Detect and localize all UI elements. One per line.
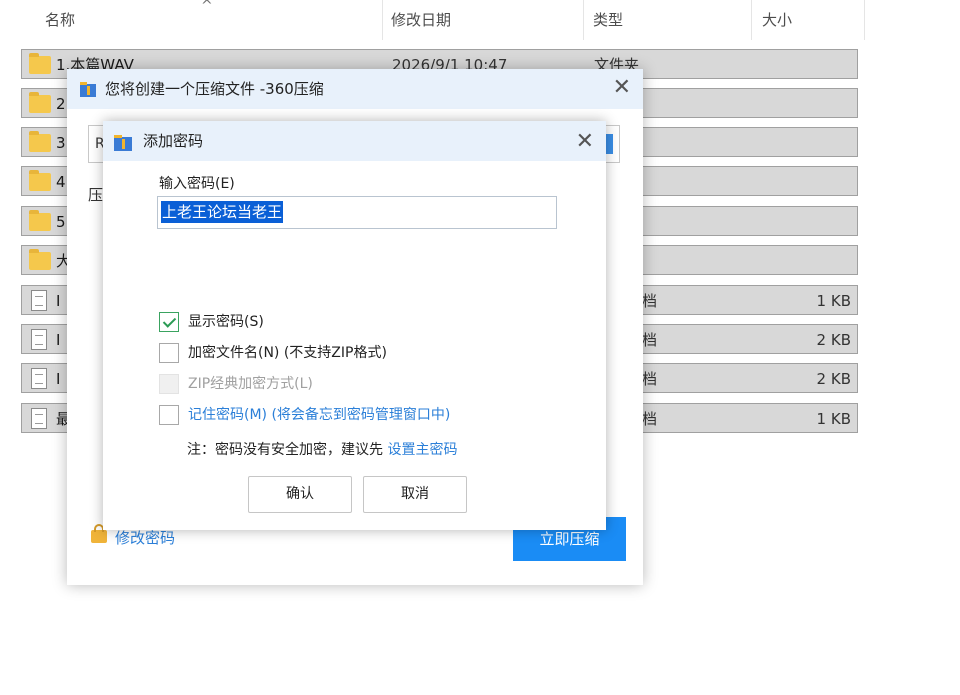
document-icon: [31, 329, 47, 350]
column-type[interactable]: 类型: [593, 0, 623, 40]
file-name: I: [56, 370, 61, 388]
modify-password-link[interactable]: 修改密码: [115, 527, 175, 548]
file-type: 档: [642, 370, 658, 388]
column-name[interactable]: 名称: [45, 0, 75, 40]
column-divider[interactable]: [583, 0, 584, 40]
file-type: 档: [642, 331, 658, 349]
compress-window-title: 您将创建一个压缩文件 -360压缩: [105, 80, 324, 98]
option-label: ZIP经典加密方式(L): [188, 376, 313, 392]
option-label: 显示密码(S): [188, 314, 264, 330]
file-name: 5: [56, 213, 66, 231]
add-password-titlebar[interactable]: 添加密码 ✕: [103, 121, 606, 161]
folder-icon: [29, 92, 51, 113]
browse-button[interactable]: [605, 134, 613, 154]
document-icon: [31, 408, 47, 429]
security-note: 注：密码没有安全加密，建议先 设置主密码: [187, 439, 457, 459]
sort-ascending-icon: ^: [201, 0, 213, 14]
close-icon[interactable]: ✕: [613, 75, 631, 101]
lock-icon: [91, 524, 107, 543]
folder-icon: [29, 170, 51, 191]
folder-icon: [29, 131, 51, 152]
file-name: I: [56, 292, 61, 310]
file-type: 档: [642, 292, 658, 310]
column-divider[interactable]: [751, 0, 752, 40]
show-password-checkbox[interactable]: [159, 312, 179, 332]
column-modified[interactable]: 修改日期: [391, 0, 451, 40]
folder-icon: [29, 249, 51, 270]
note-text: 注：密码没有安全加密，建议先: [187, 442, 383, 458]
password-label: 输入密码(E): [159, 176, 235, 192]
password-value: 上老王论坛当老王: [161, 201, 284, 223]
file-name: 4: [56, 173, 66, 191]
column-size[interactable]: 大小: [762, 0, 792, 40]
document-icon: [31, 290, 47, 311]
archive-app-icon: [114, 135, 132, 151]
option-label: 记住密码(M) (将会备忘到密码管理窗口中): [188, 407, 451, 423]
folder-icon: [29, 210, 51, 231]
file-type: 档: [642, 410, 658, 428]
encrypt-filenames-checkbox[interactable]: [159, 343, 179, 363]
add-password-title: 添加密码: [143, 132, 204, 150]
file-size: 1 KB: [816, 410, 851, 428]
archive-app-icon: [80, 82, 96, 97]
ok-button[interactable]: 确认: [248, 476, 352, 513]
file-name: 3: [56, 134, 66, 152]
compression-label: 压: [88, 186, 104, 204]
close-icon[interactable]: ✕: [576, 129, 594, 155]
column-header: ^ 名称 修改日期 类型 大小: [0, 0, 866, 40]
document-icon: [31, 368, 47, 389]
compress-window-titlebar[interactable]: 您将创建一个压缩文件 -360压缩 ✕: [67, 69, 643, 109]
file-size: 1 KB: [816, 292, 851, 310]
add-password-dialog: 添加密码 ✕ 输入密码(E) 上老王论坛当老王 显示密码(S) 加密文件名(N)…: [103, 121, 606, 530]
remember-password-checkbox[interactable]: [159, 405, 179, 425]
file-size: 2 KB: [816, 331, 851, 349]
option-label: 加密文件名(N) (不支持ZIP格式): [188, 345, 387, 361]
file-size: 2 KB: [816, 370, 851, 388]
file-name: 2: [56, 95, 66, 113]
cancel-button[interactable]: 取消: [363, 476, 467, 513]
folder-icon: [29, 53, 51, 74]
column-divider[interactable]: [382, 0, 383, 40]
zip-classic-checkbox: [159, 374, 179, 394]
column-divider[interactable]: [864, 0, 865, 40]
password-input[interactable]: 上老王论坛当老王: [157, 196, 557, 229]
file-name: I: [56, 331, 61, 349]
set-master-password-link[interactable]: 设置主密码: [387, 442, 457, 458]
